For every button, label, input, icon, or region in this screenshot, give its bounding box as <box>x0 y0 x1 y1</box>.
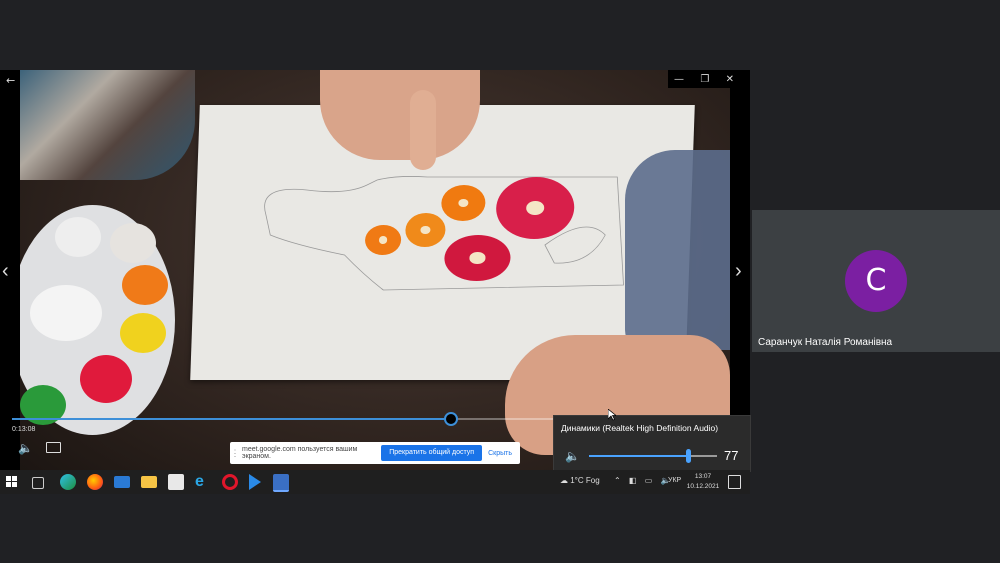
task-view-icon[interactable] <box>32 477 44 489</box>
volume-flyout: Динамики (Realtek High Definition Audio)… <box>553 415 751 472</box>
drag-handle-icon[interactable]: ⋮ <box>230 448 240 459</box>
media-player-icon[interactable] <box>249 474 261 490</box>
volume-slider-fill <box>589 455 688 457</box>
share-message: meet.google.com пользуется вашим экраном… <box>242 446 358 460</box>
window-controls: — ❐ ✕ <box>668 70 740 88</box>
person-shoulder <box>625 150 730 350</box>
firefox-icon[interactable] <box>87 474 103 490</box>
store-icon[interactable] <box>168 474 184 490</box>
notification-icon[interactable] <box>728 475 741 489</box>
participant-name: Саранчук Наталія Романівна <box>758 337 893 348</box>
seek-bar-thumb[interactable] <box>443 412 458 426</box>
edge-icon[interactable] <box>60 474 76 490</box>
close-icon[interactable]: ✕ <box>726 74 734 85</box>
language-indicator[interactable]: УКР <box>668 477 681 484</box>
paint-palette <box>20 205 175 435</box>
restore-icon[interactable]: ❐ <box>700 74 709 85</box>
volume-slider[interactable] <box>589 449 717 463</box>
clock-date: 10.12.2021 <box>686 483 720 490</box>
speaker-icon[interactable]: 🔈 <box>565 449 580 463</box>
ie-icon[interactable]: e <box>195 474 211 490</box>
back-arrow-icon[interactable]: ← <box>6 74 15 87</box>
avatar: С <box>845 250 907 312</box>
volume-slider-thumb[interactable] <box>685 449 691 463</box>
stop-sharing-button[interactable]: Прекратить общий доступ <box>381 445 483 461</box>
opera-icon[interactable] <box>222 474 238 490</box>
taskbar: e ☁ 1°C Fog ⌃ ◧ ▭ 🔈 УКР 13:07 10.12.2021 <box>0 470 750 494</box>
weather-text: 1°C Fog <box>570 476 600 485</box>
audio-device-name[interactable]: Динамики (Realtek High Definition Audio) <box>561 423 718 433</box>
chevron-right-icon[interactable]: › <box>735 260 742 283</box>
system-tray-icons[interactable]: ⌃ ◧ ▭ 🔈 <box>614 476 673 485</box>
windows-start-icon[interactable] <box>6 476 18 488</box>
mouse-cursor-icon <box>608 409 616 421</box>
seek-bar-fill <box>12 418 450 420</box>
screen-share-bar: ⋮ meet.google.com пользуется вашим экран… <box>230 442 520 464</box>
clock-time: 13:07 <box>694 473 712 480</box>
pointing-finger <box>410 90 436 170</box>
hand <box>320 70 480 160</box>
chevron-left-icon[interactable]: ‹ <box>2 260 9 283</box>
hide-button[interactable]: Скрыть <box>488 450 512 457</box>
screen-share-icon[interactable] <box>273 474 289 492</box>
participant-tile[interactable]: С Саранчук Наталія Романівна <box>752 210 1000 352</box>
clock[interactable]: 13:07 10.12.2021 <box>686 472 720 492</box>
volume-icon[interactable]: 🔈 <box>18 441 33 455</box>
mail-icon[interactable] <box>114 476 130 488</box>
captions-icon[interactable] <box>46 442 61 453</box>
volume-value: 77 <box>724 448 739 463</box>
scattered-cards <box>20 70 195 180</box>
minimize-icon[interactable]: — <box>674 74 684 85</box>
file-explorer-icon[interactable] <box>141 476 157 488</box>
weather-widget[interactable]: ☁ 1°C Fog <box>560 476 600 485</box>
playback-time: 0:13:08 <box>12 426 36 433</box>
